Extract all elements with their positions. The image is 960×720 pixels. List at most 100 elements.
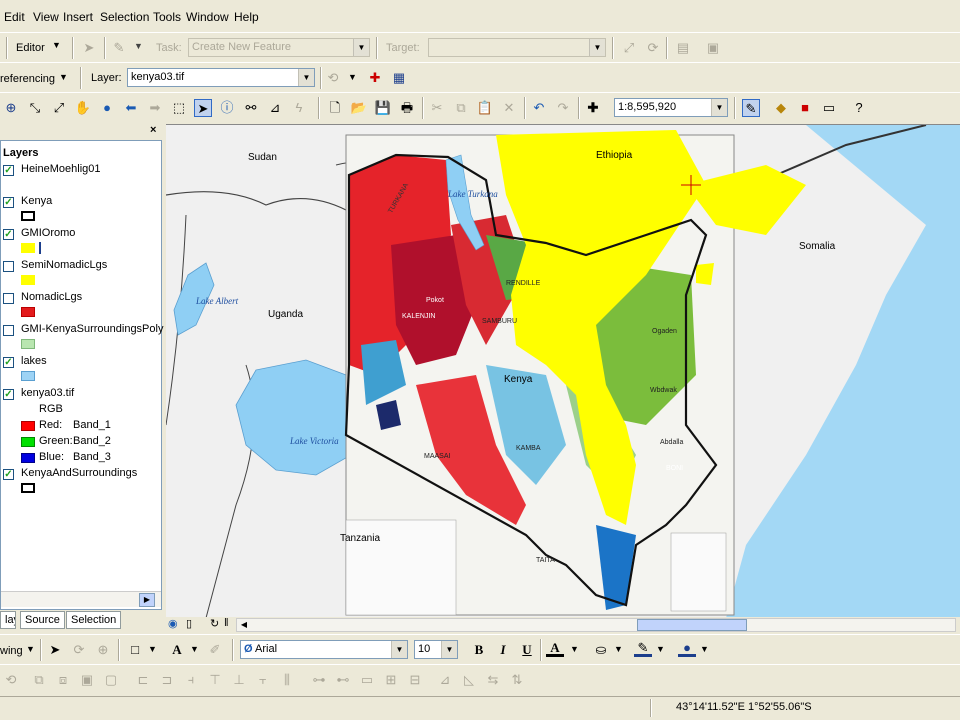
distribute-vertical-icon[interactable]: ⊶ — [310, 671, 328, 689]
layer-name[interactable]: lakes — [21, 355, 47, 367]
map-display[interactable]: Sudan Ethiopia Somalia Uganda Tanzania K… — [166, 124, 960, 617]
rotate-icon[interactable]: ⟳ — [70, 641, 88, 659]
chevron-down-icon[interactable]: ▼ — [52, 40, 61, 50]
menu-view[interactable]: View — [33, 10, 59, 24]
georeferencing-menu-button[interactable]: referencing — [0, 73, 55, 85]
tab-source[interactable]: Source — [20, 611, 65, 629]
layers-frame-title[interactable]: Layers — [3, 147, 38, 159]
zoom-to-selected-icon[interactable]: ⊕ — [94, 641, 112, 659]
chevron-down-icon[interactable]: ▼ — [614, 644, 623, 654]
chevron-down-icon[interactable]: ▼ — [298, 69, 314, 86]
task-dropdown[interactable]: Create New Feature ▼ — [188, 38, 370, 57]
attributes-icon[interactable]: ▤ — [674, 39, 692, 57]
chevron-down-icon[interactable]: ▼ — [148, 644, 157, 654]
map-horizontal-scrollbar[interactable]: ◀ — [236, 618, 956, 632]
flip-vertical-icon[interactable]: ⇅ — [508, 671, 526, 689]
new-document-icon[interactable]: 🗋 — [326, 99, 344, 117]
data-view-icon[interactable]: ◉ — [168, 617, 178, 630]
layer-name[interactable]: KenyaAndSurroundings — [21, 467, 137, 479]
make-same-width-icon[interactable]: ▭ — [358, 671, 376, 689]
font-family-dropdown[interactable]: Ø Arial ▼ — [240, 640, 408, 659]
marker-color-icon[interactable]: ● — [678, 639, 696, 657]
identify-icon[interactable]: ⓘ — [218, 99, 236, 117]
send-to-back-icon[interactable]: ▢ — [102, 671, 120, 689]
flip-horizontal-icon[interactable]: ⇆ — [484, 671, 502, 689]
layout-view-icon[interactable]: ▯ — [186, 617, 192, 630]
pan-hand-icon[interactable]: ✋ — [74, 99, 92, 117]
layer-symbol[interactable] — [21, 211, 35, 221]
layer-checkbox[interactable] — [3, 325, 14, 336]
add-data-icon[interactable]: ✚ — [584, 99, 602, 117]
menu-window[interactable]: Window — [186, 10, 229, 24]
band-swatch[interactable] — [21, 421, 35, 431]
sketch-properties-icon[interactable]: ▣ — [704, 39, 722, 57]
layer-checkbox[interactable]: ✓ — [3, 165, 14, 176]
chevron-down-icon[interactable]: ▼ — [700, 644, 709, 654]
editor-toolbar-toggle-icon[interactable]: ✎ — [742, 99, 760, 117]
layer-symbol[interactable] — [21, 339, 35, 349]
fixed-zoom-out-icon[interactable]: ⤢ — [50, 99, 68, 117]
font-size-dropdown[interactable]: 10 ▼ — [414, 640, 458, 659]
chevron-down-icon[interactable]: ▼ — [656, 644, 665, 654]
group-icon[interactable]: ⧉ — [30, 671, 48, 689]
chevron-down-icon[interactable]: ▼ — [26, 644, 35, 654]
menu-tools[interactable]: Tools — [153, 10, 181, 24]
back-arrow-icon[interactable]: ⬅ — [122, 99, 140, 117]
chevron-down-icon[interactable]: ▼ — [59, 72, 68, 82]
bring-to-front-icon[interactable]: ▣ — [78, 671, 96, 689]
scroll-left-icon[interactable]: ◀ — [237, 619, 251, 631]
save-icon[interactable]: 💾 — [374, 99, 392, 117]
chevron-down-icon[interactable]: ▼ — [570, 644, 579, 654]
link-table-icon[interactable]: ▦ — [390, 69, 408, 87]
chevron-down-icon[interactable]: ▼ — [348, 72, 357, 82]
select-features-icon[interactable]: ⬚ — [170, 99, 188, 117]
editor-menu-button[interactable]: Editor — [16, 42, 45, 54]
menu-selection[interactable]: Selection — [100, 10, 149, 24]
tab-display[interactable]: lay — [0, 611, 16, 629]
bold-button[interactable]: B — [470, 641, 488, 659]
menu-edit[interactable]: Edit — [4, 10, 25, 24]
layer-dropdown[interactable]: kenya03.tif ▼ — [127, 68, 315, 87]
italic-button[interactable]: I — [494, 641, 512, 659]
sketch-tool-icon[interactable]: ✎ — [110, 39, 128, 57]
scroll-right-icon[interactable]: ▶ — [139, 593, 155, 607]
align-center-icon[interactable]: ⊐ — [158, 671, 176, 689]
toc-horizontal-scrollbar[interactable]: ▶ — [1, 591, 161, 607]
rotate-icon[interactable]: ⟲ — [324, 69, 342, 87]
layer-name[interactable]: SemiNomadicLgs — [21, 259, 107, 271]
redo-icon[interactable]: ↷ — [554, 99, 572, 117]
align-left-icon[interactable]: ⊏ — [134, 671, 152, 689]
drawing-menu-button[interactable]: wing — [0, 645, 23, 657]
open-folder-icon[interactable]: 📂 — [350, 99, 368, 117]
layer-checkbox[interactable]: ✓ — [3, 197, 14, 208]
delete-icon[interactable]: ✕ — [500, 99, 518, 117]
band-swatch[interactable] — [21, 437, 35, 447]
copy-icon[interactable]: ⧉ — [452, 99, 470, 117]
tab-selection[interactable]: Selection — [66, 611, 122, 629]
layer-checkbox[interactable] — [3, 261, 14, 272]
layer-symbol[interactable] — [21, 307, 35, 317]
new-text-icon[interactable]: A — [168, 641, 186, 659]
split-tool-icon[interactable]: ⤢ — [620, 39, 638, 57]
align-middle-icon[interactable]: ⊥ — [230, 671, 248, 689]
arctoolbox-icon[interactable]: ■ — [796, 99, 814, 117]
make-same-size-icon[interactable]: ⊷ — [334, 671, 352, 689]
menu-help[interactable]: Help — [234, 10, 259, 24]
print-icon[interactable]: 🖶 — [398, 99, 416, 117]
menu-insert[interactable]: Insert — [63, 10, 93, 24]
close-icon[interactable]: × — [150, 124, 156, 136]
ungroup-icon[interactable]: ⧈ — [54, 671, 72, 689]
distribute-horizontal-icon[interactable]: ⫼ — [278, 671, 296, 689]
layer-symbol[interactable] — [21, 483, 35, 493]
chevron-down-icon[interactable]: ▼ — [441, 641, 457, 658]
hyperlink-icon[interactable]: ϟ — [290, 99, 308, 117]
arccatalog-icon[interactable]: ◆ — [772, 99, 790, 117]
layer-checkbox[interactable]: ✓ — [3, 229, 14, 240]
chevron-down-icon[interactable]: ▼ — [391, 641, 407, 658]
paste-icon[interactable]: 📋 — [476, 99, 494, 117]
chevron-down-icon[interactable]: ▼ — [134, 41, 143, 51]
select-elements-icon[interactable]: ➤ — [194, 99, 212, 117]
full-extent-globe-icon[interactable]: ● — [98, 99, 116, 117]
layer-checkbox[interactable]: ✓ — [3, 357, 14, 368]
rectangle-icon[interactable]: □ — [126, 641, 144, 659]
